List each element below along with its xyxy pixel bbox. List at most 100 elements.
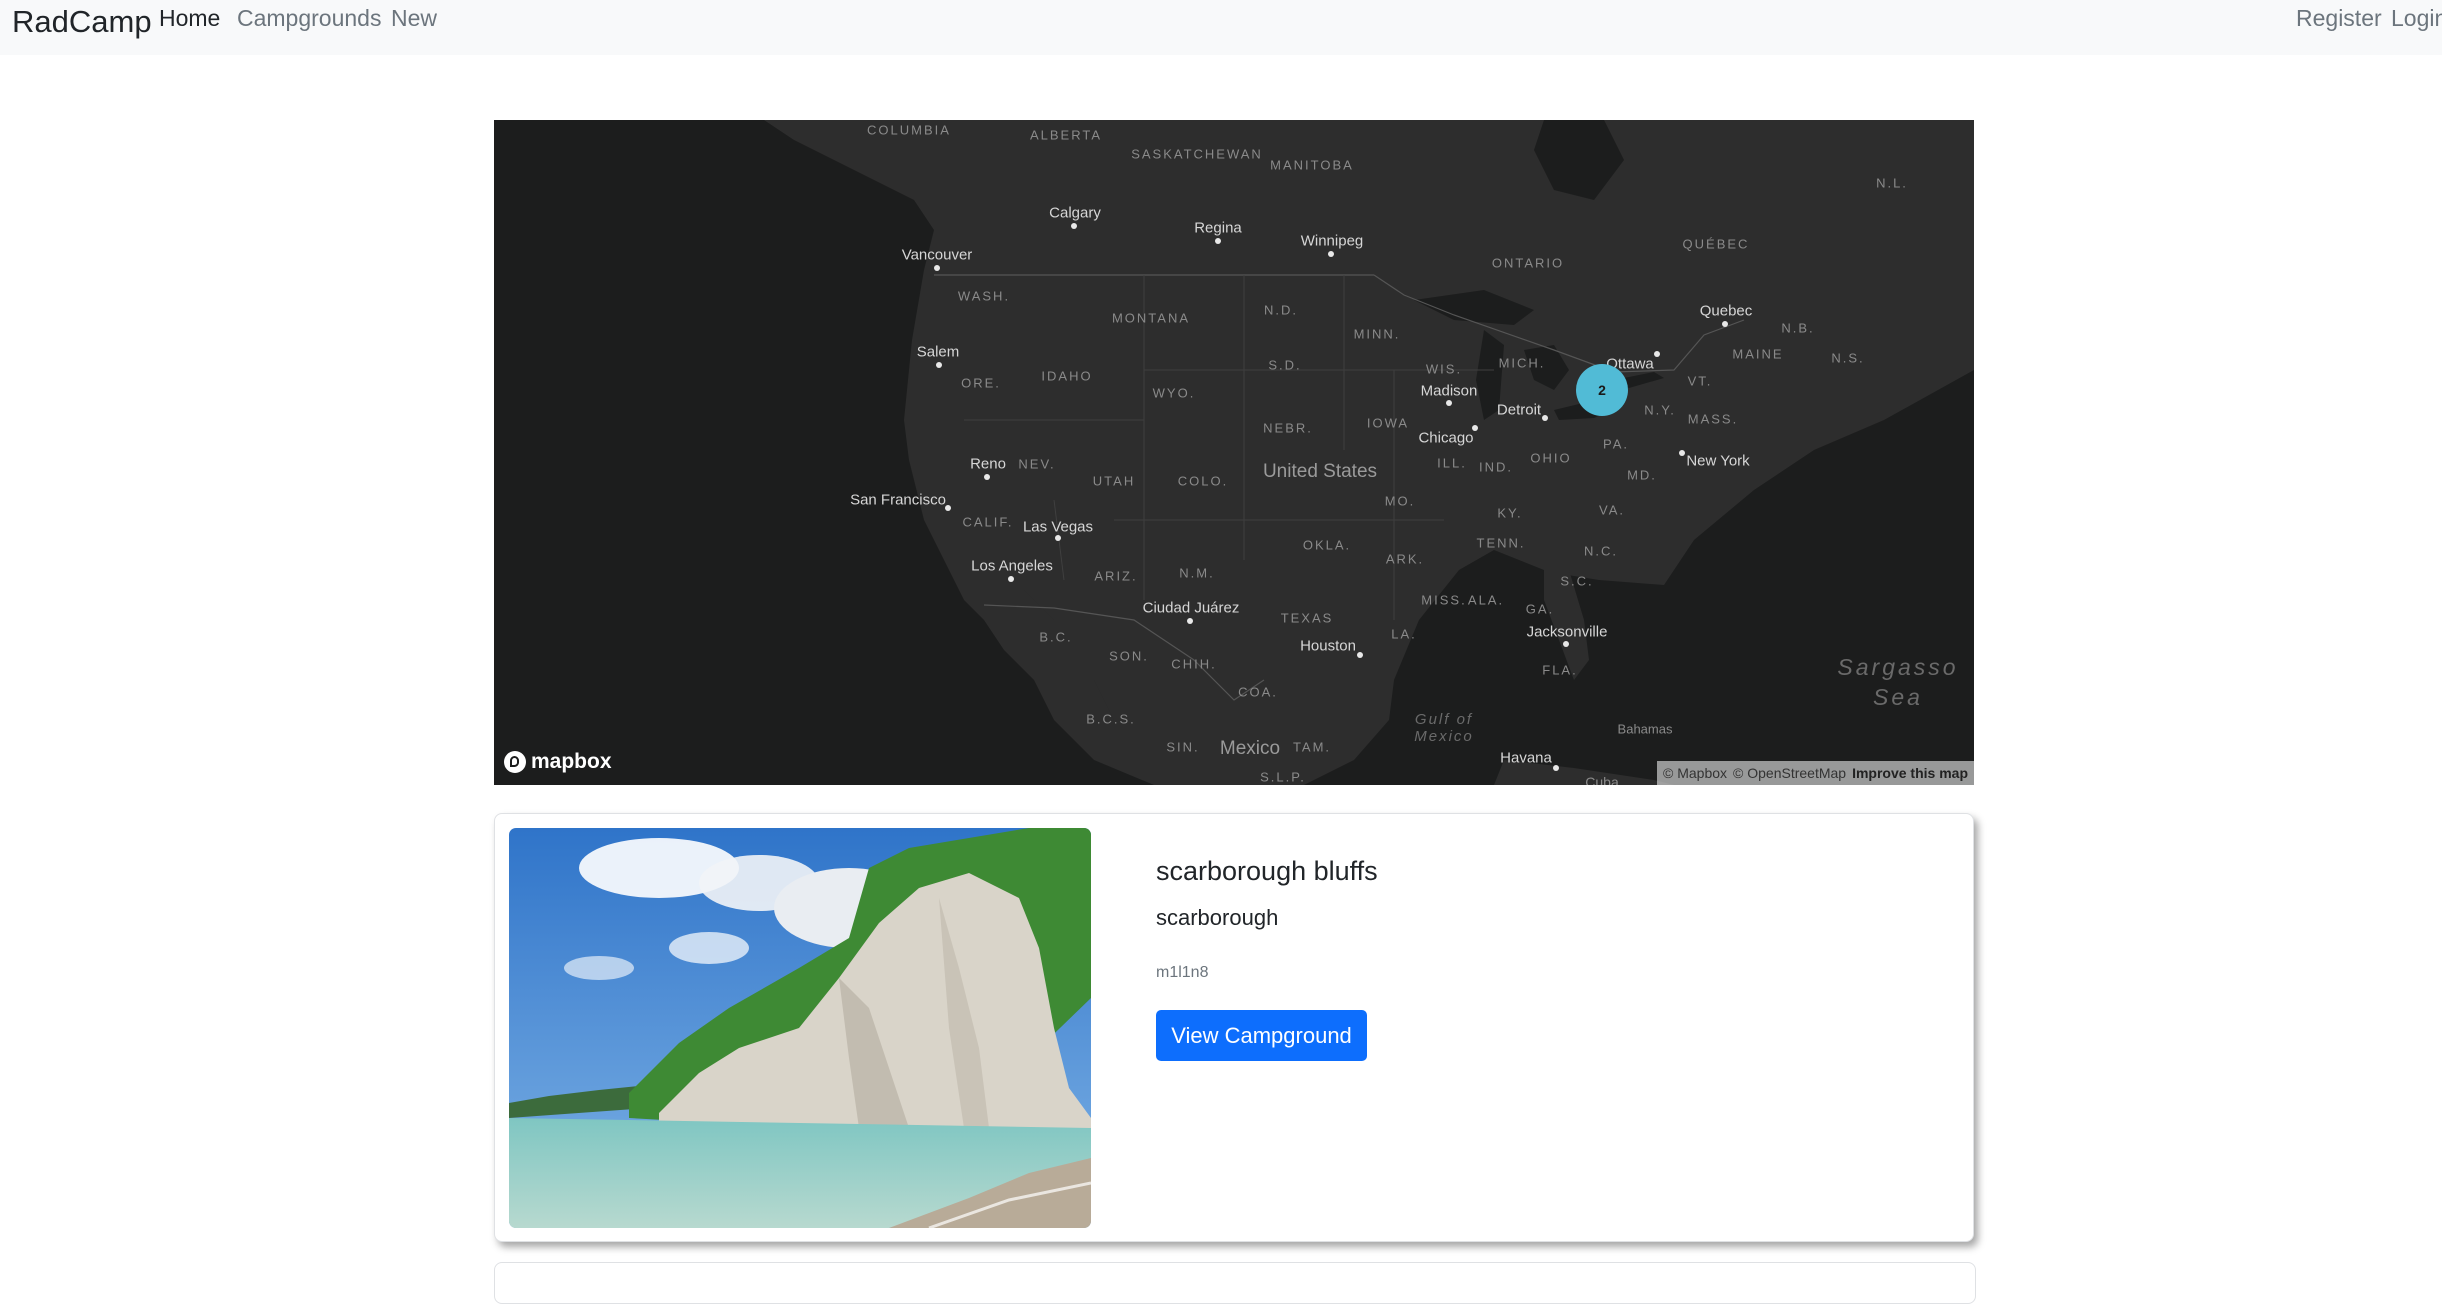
mapbox-logo-text: mapbox	[531, 750, 612, 773]
city-dot-regina	[1215, 238, 1221, 244]
label-mich: MICH.	[1498, 355, 1546, 371]
label-cuba: Cuba	[1585, 774, 1619, 785]
label-mo: MO.	[1384, 493, 1416, 509]
city-dot-new-york	[1679, 450, 1685, 456]
city-dot-salem	[936, 362, 942, 368]
label-coa: COA.	[1238, 684, 1278, 700]
label-pa: PA.	[1603, 436, 1629, 452]
label-ns: N.S.	[1831, 350, 1865, 366]
label-son: SON.	[1109, 648, 1149, 664]
nav-link-campgrounds[interactable]: Campgrounds	[237, 5, 381, 32]
nav-link-login[interactable]: Login	[2391, 5, 2442, 32]
mapbox-mark-icon	[504, 751, 526, 773]
label-gulf-of-mexico: Gulf of Mexico	[1414, 711, 1474, 745]
label-las-vegas: Las Vegas	[1022, 518, 1094, 536]
campground-author: m1l1n8	[1156, 964, 1209, 981]
city-dot-havana	[1553, 765, 1559, 771]
label-tam: TAM.	[1292, 739, 1332, 755]
campground-photo-illustration	[509, 828, 1091, 1228]
nav-link-new[interactable]: New	[391, 5, 437, 32]
label-ariz: ARIZ.	[1094, 568, 1138, 584]
label-new-york: New York	[1686, 452, 1750, 470]
campground-card: scarborough bluffs scarborough m1l1n8 Vi…	[494, 813, 1974, 1242]
label-havana: Havana	[1500, 749, 1552, 767]
mapbox-logo[interactable]: mapbox	[504, 750, 612, 774]
label-va: VA.	[1599, 502, 1625, 518]
label-colo: COLO.	[1177, 473, 1229, 489]
label-manitoba: MANITOBA	[1270, 157, 1354, 173]
label-nev: NEV.	[1018, 456, 1056, 472]
city-dot-detroit	[1542, 415, 1548, 421]
label-ohio: OHIO	[1530, 450, 1572, 466]
label-ala: ALA.	[1467, 592, 1505, 608]
next-campground-card	[494, 1262, 1976, 1304]
city-dot-winnipeg	[1328, 251, 1334, 257]
attribution-mapbox[interactable]: © Mapbox	[1663, 765, 1727, 781]
label-nebr: NEBR.	[1263, 420, 1313, 436]
label-houston: Houston	[1300, 637, 1356, 655]
label-reno: Reno	[970, 455, 1006, 473]
label-bcs: B.C.S.	[1086, 711, 1136, 727]
improve-map-link[interactable]: Improve this map	[1852, 765, 1968, 781]
label-montana: MONTANA	[1111, 310, 1191, 326]
label-md: MD.	[1627, 467, 1657, 483]
view-campground-button[interactable]: View Campground	[1156, 1010, 1367, 1061]
navbar: RadCamp Home Campgrounds New Register Lo…	[0, 0, 2442, 55]
label-ciudad-juarez: Ciudad Juárez	[1142, 599, 1240, 617]
city-dot-las-vegas	[1055, 535, 1061, 541]
city-dot-ottawa	[1654, 351, 1660, 357]
label-utah: UTAH	[1092, 473, 1136, 489]
campground-photo	[509, 828, 1091, 1228]
label-ga: GA.	[1525, 601, 1555, 617]
attribution-osm[interactable]: © OpenStreetMap	[1733, 765, 1846, 781]
city-dot-reno	[984, 474, 990, 480]
label-ark: ARK.	[1385, 551, 1425, 567]
city-dot-jacksonville	[1563, 641, 1569, 647]
label-wyo: WYO.	[1152, 385, 1196, 401]
label-minn: MINN.	[1353, 326, 1401, 342]
label-ind: IND.	[1479, 459, 1513, 475]
label-san-francisco: San Francisco	[850, 491, 946, 509]
label-nl: N.L.	[1876, 175, 1908, 191]
label-vt: VT.	[1687, 373, 1713, 389]
cluster-map[interactable]: COLUMBIA ALBERTA SASKATCHEWAN MANITOBA O…	[494, 120, 1974, 785]
label-calif: CALIF.	[962, 514, 1014, 530]
label-nd: N.D.	[1264, 302, 1298, 318]
label-nm: N.M.	[1179, 565, 1215, 581]
label-chih: CHIH.	[1171, 656, 1217, 672]
label-wash: WASH.	[957, 288, 1011, 304]
label-columbia: COLUMBIA	[867, 122, 951, 138]
label-ill: ILL.	[1437, 455, 1467, 471]
nav-link-home[interactable]: Home	[159, 5, 220, 32]
label-nc: N.C.	[1584, 543, 1618, 559]
brand-link[interactable]: RadCamp	[12, 4, 152, 40]
city-dot-calgary	[1071, 223, 1077, 229]
label-ontario: ONTARIO	[1491, 255, 1565, 271]
label-nb: N.B.	[1781, 320, 1815, 336]
label-sargasso-sea: Sargasso Sea	[1837, 654, 1959, 710]
label-regina: Regina	[1194, 219, 1242, 237]
label-quebec: Quebec	[1699, 302, 1753, 320]
label-ny: N.Y.	[1644, 402, 1676, 418]
map-attribution: © Mapbox © OpenStreetMap Improve this ma…	[1657, 761, 1974, 785]
city-dot-los-angeles	[1008, 576, 1014, 582]
label-slp: S.L.P.	[1260, 769, 1306, 785]
label-quebec-province: QUÉBEC	[1682, 236, 1750, 252]
label-maine: MAINE	[1732, 346, 1784, 362]
label-idaho: IDAHO	[1041, 368, 1093, 384]
label-salem: Salem	[916, 343, 960, 361]
cluster-marker[interactable]: 2	[1576, 364, 1628, 416]
label-sc: S.C.	[1560, 573, 1594, 589]
label-los-angeles: Los Angeles	[971, 557, 1053, 575]
label-miss: MISS.	[1421, 592, 1467, 608]
label-texas: TEXAS	[1280, 610, 1334, 626]
label-tenn: TENN.	[1476, 535, 1526, 551]
label-sin: SIN.	[1166, 739, 1200, 755]
label-chicago: Chicago	[1418, 429, 1474, 447]
label-fla: FLA.	[1542, 662, 1578, 678]
city-dot-houston	[1357, 652, 1363, 658]
label-winnipeg: Winnipeg	[1300, 232, 1364, 250]
nav-link-register[interactable]: Register	[2296, 5, 2382, 32]
label-iowa: IOWA	[1366, 415, 1410, 431]
label-la: LA.	[1391, 626, 1417, 642]
